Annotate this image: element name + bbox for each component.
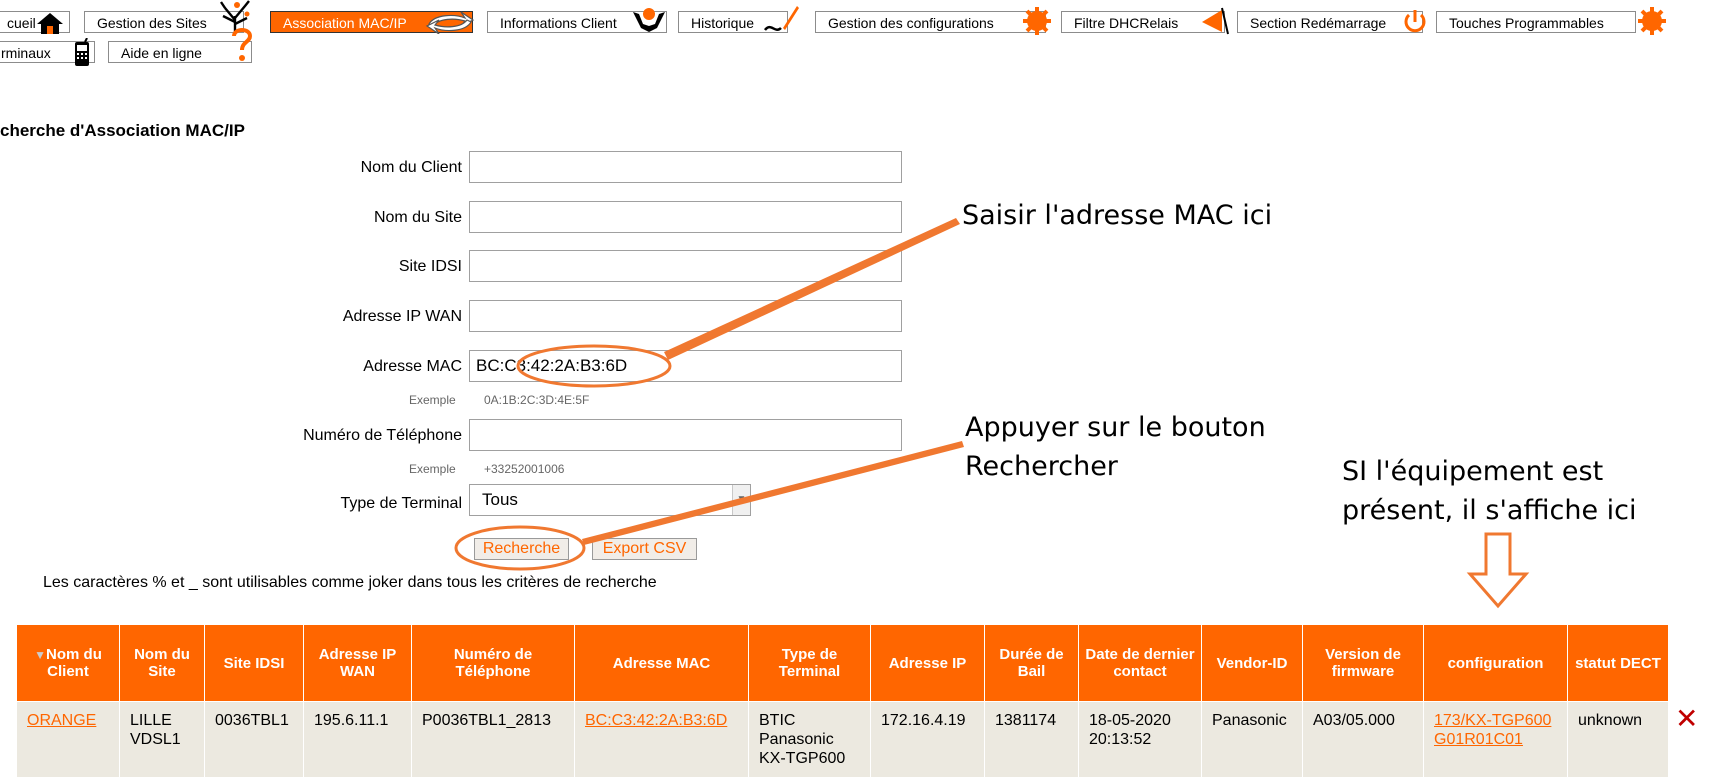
tab-section-redemarrage[interactable]: Section Redémarrage [1237, 10, 1426, 33]
sort-triangle-icon: ▼ [34, 648, 47, 662]
table-header-row: ▼Nom du Client Nom du Site Site IDSI Adr… [16, 624, 1669, 702]
button-hint-line2: Rechercher [965, 451, 1118, 482]
tab-association-mac-ip[interactable]: Association MAC/IP [270, 11, 475, 34]
tab-label: Gestion des Sites [97, 15, 207, 31]
button-hint-line1: Appuyer sur le bouton [965, 412, 1266, 443]
table-row: ORANGE LILLE VDSL1 0036TBL1 195.6.11.1 P… [16, 701, 1669, 778]
client-link[interactable]: ORANGE [27, 712, 96, 729]
label-phone: Numéro de Téléphone [303, 427, 462, 444]
cell-client: ORANGE [16, 701, 120, 778]
house-icon [37, 13, 63, 34]
client-name-input[interactable] [469, 151, 902, 183]
mac-example: 0A:1B:2C:3D:4E:5F [484, 393, 590, 407]
cell-dect-status: unknown [1567, 701, 1669, 778]
header-ip[interactable]: Adresse IP [870, 624, 985, 702]
tab-informations-client[interactable]: Informations Client [487, 8, 667, 33]
cell-terminal: BTIC Panasonic KX-TGP600 [748, 701, 871, 778]
search-button[interactable]: Recherche [474, 538, 569, 560]
gear-icon [1023, 7, 1051, 35]
header-last-contact[interactable]: Date de dernier contact [1078, 624, 1202, 702]
phone-example: +33252001006 [484, 462, 565, 476]
phone-icon [75, 38, 89, 66]
site-name-input[interactable] [469, 201, 902, 233]
site-idsi-input[interactable] [469, 250, 902, 282]
result-hint-line1: SI l'équipement est [1342, 456, 1604, 487]
export-csv-button[interactable]: Export CSV [592, 538, 697, 560]
power-icon [1404, 10, 1426, 33]
cell-lease: 1381174 [984, 701, 1079, 778]
tab-aide-en-ligne[interactable]: Aide en ligne [108, 28, 253, 63]
swap-arrows-icon [425, 11, 475, 34]
header-site-idsi[interactable]: Site IDSI [204, 624, 304, 702]
label-wan-ip: Adresse IP WAN [342, 308, 462, 325]
tab-historique[interactable]: Historique [678, 6, 799, 33]
label-site-idsi: Site IDSI [398, 258, 462, 275]
cell-configuration: 173/KX-TGP600 G01R01C01 [1423, 701, 1568, 778]
cell-vendor: Panasonic [1201, 701, 1303, 778]
tab-label: Section Redémarrage [1250, 15, 1387, 31]
mac-link[interactable]: BC:C3:42:2A:B3:6D [585, 712, 727, 729]
tab-label: Touches Programmables [1449, 15, 1604, 31]
question-icon [232, 28, 253, 61]
tab-gestion-sites[interactable]: Gestion des Sites [84, 0, 250, 34]
page-title: cherche d'Association MAC/IP [0, 121, 245, 140]
cell-idsi: 0036TBL1 [204, 701, 304, 778]
tab-touches-programmables[interactable]: Touches Programmables [1436, 7, 1666, 35]
header-firmware[interactable]: Version de firmware [1302, 624, 1424, 702]
person-icon [633, 8, 665, 32]
header-lease[interactable]: Durée de Bail [984, 624, 1079, 702]
tab-label: Informations Client [500, 15, 617, 31]
tab-filtre-dhcrelais[interactable]: Filtre DHCRelais [1061, 7, 1229, 35]
tab-label: Association MAC/IP [283, 15, 407, 31]
terminal-type-select[interactable]: Tous ▼ [469, 484, 751, 516]
tab-label: cueil [7, 15, 36, 31]
mac-input[interactable] [469, 350, 902, 382]
cell-phone: P0036TBL1_2813 [411, 701, 575, 778]
cell-firmware: A03/05.000 [1302, 701, 1424, 778]
gear-icon [1638, 7, 1666, 35]
result-hint-line2: présent, il s'affiche ici [1342, 495, 1637, 526]
cell-ip: 172.16.4.19 [870, 701, 985, 778]
terminal-type-value: Tous [482, 490, 518, 509]
delete-icon[interactable]: ✕ [1675, 702, 1698, 735]
wildcard-note: Les caractères % et _ sont utilisables c… [43, 574, 657, 591]
tab-label: Filtre DHCRelais [1074, 15, 1179, 31]
cell-mac: BC:C3:42:2A:B3:6D [574, 701, 749, 778]
label-mac: Adresse MAC [363, 358, 462, 375]
header-terminal-type[interactable]: Type de Terminal [748, 624, 871, 702]
flag-icon [1202, 7, 1229, 35]
header-mac[interactable]: Adresse MAC [574, 624, 749, 702]
header-nom-client[interactable]: ▼Nom du Client [16, 624, 120, 702]
header-wan-ip[interactable]: Adresse IP WAN [303, 624, 412, 702]
wan-ip-input[interactable] [469, 300, 902, 332]
cell-site: LILLE VDSL1 [119, 701, 205, 778]
header-configuration[interactable]: configuration [1423, 624, 1568, 702]
header-nom-site[interactable]: Nom du Site [119, 624, 205, 702]
label-terminal-type: Type de Terminal [340, 495, 462, 512]
header-dect-status[interactable]: statut DECT [1567, 624, 1669, 702]
down-arrow-icon [1466, 532, 1530, 609]
tab-label: Aide en ligne [121, 45, 202, 61]
header-vendor[interactable]: Vendor-ID [1201, 624, 1303, 702]
label-site-name: Nom du Site [373, 209, 462, 226]
tab-gestion-configurations[interactable]: Gestion des configurations [815, 7, 1051, 35]
chevron-down-icon[interactable]: ▼ [732, 485, 750, 515]
tab-accueil[interactable]: cueil [0, 11, 70, 34]
results-table: ▼Nom du Client Nom du Site Site IDSI Adr… [16, 624, 1669, 778]
tab-terminaux[interactable]: rminaux [0, 38, 95, 66]
configuration-link[interactable]: 173/KX-TGP600 G01R01C01 [1434, 712, 1551, 748]
phone-input[interactable] [469, 419, 902, 451]
cell-wan-ip: 195.6.11.1 [303, 701, 412, 778]
mac-pointer-line [664, 218, 960, 360]
tab-label: Historique [691, 15, 755, 31]
example-label: Exemple [409, 462, 456, 476]
example-label: Exemple [409, 393, 456, 407]
tab-label: Gestion des configurations [828, 15, 994, 31]
mac-hint-text: Saisir l'adresse MAC ici [962, 200, 1273, 231]
tab-label: rminaux [1, 45, 51, 61]
pen-icon [764, 6, 799, 31]
label-client-name: Nom du Client [360, 159, 462, 176]
header-phone[interactable]: Numéro de Téléphone [411, 624, 575, 702]
cell-last-contact: 18-05-2020 20:13:52 [1078, 701, 1202, 778]
